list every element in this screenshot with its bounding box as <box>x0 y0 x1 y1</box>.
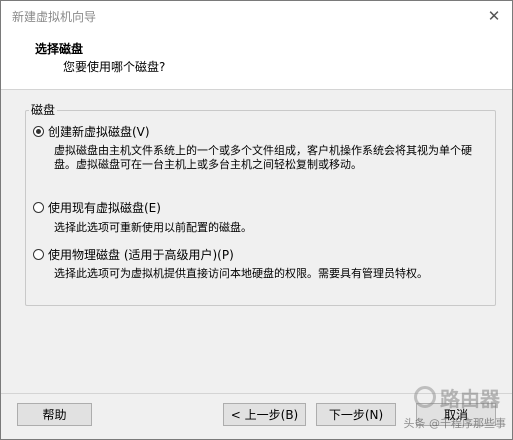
title-bar: 新建虚拟机向导 ✕ <box>1 1 512 31</box>
radio-label[interactable]: 使用现有虚拟磁盘(E) <box>48 199 161 216</box>
radio-use-physical-disk[interactable]: 使用物理磁盘 (适用于高级用户)(P) <box>33 246 234 263</box>
next-button[interactable]: 下一步(N) <box>316 403 396 426</box>
option-description: 选择此选项可重新使用以前配置的磁盘。 <box>54 221 252 234</box>
page-title: 选择磁盘 <box>35 42 84 56</box>
wizard-window: 新建虚拟机向导 ✕ 选择磁盘 您要使用哪个磁盘? 磁盘 创建新虚拟磁盘(V) 虚… <box>0 0 513 440</box>
radio-button-icon[interactable] <box>33 249 44 260</box>
radio-button-checked-icon[interactable] <box>33 126 44 137</box>
footer-divider <box>1 393 512 394</box>
close-icon[interactable]: ✕ <box>476 1 512 31</box>
option-description: 虚拟磁盘由主机文件系统上的一个或多个文件组成，客户机操作系统会将其视为单个硬盘。… <box>54 144 472 171</box>
radio-button-icon[interactable] <box>33 202 44 213</box>
disk-group-legend: 磁盘 <box>29 101 58 118</box>
radio-label[interactable]: 创建新虚拟磁盘(V) <box>48 123 150 140</box>
window-title: 新建虚拟机向导 <box>12 10 97 24</box>
help-button[interactable]: 帮助 <box>17 403 92 426</box>
page-subtitle: 您要使用哪个磁盘? <box>63 60 166 74</box>
cancel-button[interactable]: 取消 <box>416 403 496 426</box>
back-button[interactable]: < 上一步(B) <box>223 403 306 426</box>
option-description: 选择此选项可为虚拟机提供直接访问本地硬盘的权限。需要具有管理员特权。 <box>54 267 428 280</box>
wizard-header: 选择磁盘 您要使用哪个磁盘? <box>1 31 512 90</box>
radio-label[interactable]: 使用物理磁盘 (适用于高级用户)(P) <box>48 246 234 263</box>
radio-create-new-disk[interactable]: 创建新虚拟磁盘(V) <box>33 123 150 140</box>
radio-use-existing-disk[interactable]: 使用现有虚拟磁盘(E) <box>33 199 161 216</box>
